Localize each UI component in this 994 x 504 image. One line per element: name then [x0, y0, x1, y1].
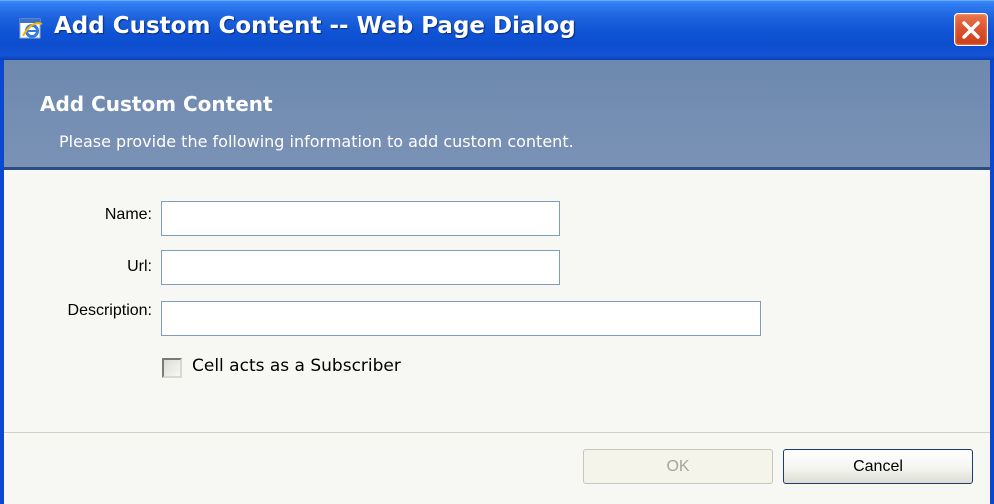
description-label: Description:	[67, 302, 152, 319]
dialog-header: Add Custom Content Please provide the fo…	[4, 60, 990, 170]
cancel-button[interactable]: Cancel	[783, 449, 973, 484]
url-label: Url:	[127, 258, 152, 275]
close-button[interactable]	[954, 13, 988, 46]
name-label: Name:	[104, 206, 152, 223]
dialog-heading: Add Custom Content	[40, 92, 273, 116]
window-title: Add Custom Content -- Web Page Dialog	[54, 13, 576, 39]
dialog-window: Add Custom Content -- Web Page Dialog Ad…	[0, 0, 994, 504]
url-input[interactable]	[161, 250, 560, 285]
description-input[interactable]	[161, 301, 761, 336]
subscriber-checkbox[interactable]	[162, 358, 182, 378]
subscriber-checkbox-label[interactable]: Cell acts as a Subscriber	[192, 356, 401, 376]
name-input[interactable]	[161, 201, 560, 236]
footer-divider	[4, 432, 990, 433]
ok-button[interactable]: OK	[583, 449, 773, 484]
internet-explorer-icon	[18, 16, 44, 42]
dialog-instructions: Please provide the following information…	[59, 132, 574, 151]
title-bar[interactable]: Add Custom Content -- Web Page Dialog	[0, 0, 994, 60]
window-frame-right	[990, 60, 994, 504]
close-icon	[962, 21, 980, 39]
